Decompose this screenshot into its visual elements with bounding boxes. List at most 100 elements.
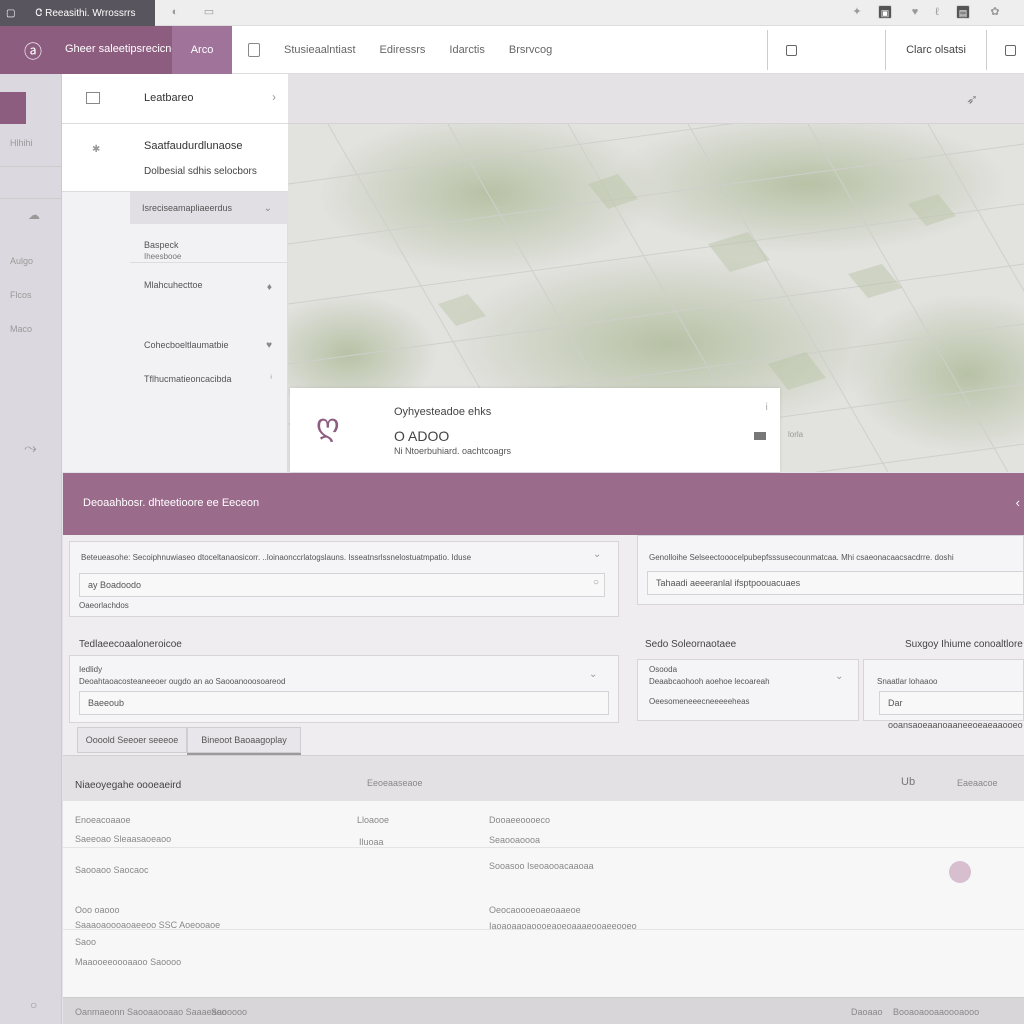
rail-item[interactable]: Aulgo xyxy=(10,256,33,266)
panel-option[interactable]: Isreciseamapliaeerdus ⌄ xyxy=(130,192,288,224)
panel-block-sub: Dolbesial sdhis selocbors xyxy=(144,166,257,177)
field-value: Deaabcaohooh aoehoe lecoareah xyxy=(649,677,770,686)
heart-icon: ♥ xyxy=(266,340,272,351)
form-area: Beteueasohe: Secoiphnuwiaseo dtoceltanao… xyxy=(63,535,1024,755)
location-arrow-icon[interactable]: ➶ xyxy=(966,91,978,108)
column-header[interactable]: Eeoeaaseaoe xyxy=(367,778,423,788)
divider xyxy=(767,30,769,70)
table-cell: Iluoaa xyxy=(359,837,384,847)
right-field[interactable]: Tahaadi aeeeranlal ifsptpoouacuaes xyxy=(647,571,1024,595)
calendar-icon[interactable] xyxy=(754,432,766,440)
building-icon xyxy=(86,92,100,104)
document-icon[interactable] xyxy=(248,43,260,57)
signal-icon[interactable]: ⤳ xyxy=(24,440,37,458)
column-header[interactable]: Eaeaacoe xyxy=(957,778,998,788)
panel-block[interactable]: ✱ Saatfaudurdlunaose Dolbesial sdhis sel… xyxy=(62,124,288,192)
chevron-right-icon[interactable]: › xyxy=(272,90,276,104)
circle-icon[interactable]: ○ xyxy=(30,998,37,1012)
divider xyxy=(986,30,987,70)
pen-icon[interactable]: ℓ xyxy=(930,5,944,19)
nav-item[interactable]: Stusieaalntiast xyxy=(284,44,356,56)
panel-option[interactable]: Mlahcuhecttoe ♦ xyxy=(130,280,288,293)
form-button[interactable]: Oooold Seeoer seeeoe xyxy=(77,727,187,753)
pin-icon: ♦ xyxy=(266,282,272,293)
nav-item[interactable]: Brsrvcog xyxy=(509,44,552,56)
table-cell: Oeocaoooeoaeoaaeoe xyxy=(489,905,581,915)
option-label: Baspeck xyxy=(144,240,179,250)
panel-block-title: Saatfaudurdlunaose xyxy=(144,140,243,152)
chevron-down-icon[interactable]: ⌄ xyxy=(593,549,601,560)
rail-item[interactable]: Maco xyxy=(10,324,32,334)
panel-option[interactable]: Baspeck Iheesbooe xyxy=(130,240,288,261)
chevron-down-icon[interactable]: ⌄ xyxy=(835,671,843,682)
row-divider xyxy=(63,847,1024,848)
footer-text[interactable]: Booaoaooaaoooaooo xyxy=(893,1007,979,1017)
field-value: Deoahtaoacosteaneeoer ougdo an ao Saooan… xyxy=(79,677,286,686)
footer-text[interactable]: Daoaao xyxy=(851,1007,883,1017)
square-icon[interactable] xyxy=(1005,44,1016,56)
rail-item[interactable]: Flcos xyxy=(10,290,32,300)
table-footer: Oanmaeonn Saooaaooaao Saaaeaoo Saooooo D… xyxy=(63,997,1024,1024)
status-dot xyxy=(949,861,971,883)
location-card[interactable]: ღ Oyhyesteadoe ehks O ADOO Ni Ntoerbuhia… xyxy=(290,388,780,472)
text-field-value: Baeeoub xyxy=(88,698,125,708)
text-field[interactable]: Dar ooansaoeaanoaaneeoeaeaaooeo xyxy=(879,691,1024,730)
module-button[interactable]: Arco xyxy=(172,26,232,74)
app-logo-icon[interactable]: ⓐ xyxy=(24,38,42,64)
nav-item[interactable]: Idarctis xyxy=(449,44,484,56)
panel-option[interactable]: Tflhucmatieoncacibda ⁱ xyxy=(130,374,288,385)
nav-item[interactable]: Ediressrs xyxy=(380,44,426,56)
card-value: O ADOO xyxy=(394,428,450,444)
panel-option[interactable]: Cohecboeltlaumatbie ♥ xyxy=(130,340,288,351)
field-label: Osooda xyxy=(649,665,678,674)
browser-tab[interactable]: ▢ Ꮳ Reeasithi. Wrrossrrs xyxy=(0,0,155,26)
section-bar-title: Deoaahbosr. dhteetioore ee Eeceon xyxy=(83,497,260,509)
right-field-value: Tahaadi aeeeranlal ifsptpoouacuaes xyxy=(656,578,801,588)
chevron-left-icon[interactable]: ‹ xyxy=(1016,495,1020,510)
option-label: Tflhucmatieoncacibda xyxy=(144,374,232,384)
circle-icon[interactable]: ○ xyxy=(593,577,599,588)
section-title: Sedo Soleornaotaee xyxy=(645,639,737,650)
map-toolbar: ➶ xyxy=(288,74,1024,124)
app-icon[interactable]: ▣ xyxy=(878,5,892,19)
section-bar: Deoaahbosr. dhteetioore ee Eeceon ‹ xyxy=(63,473,1024,535)
chevron-down-icon[interactable]: ⌄ xyxy=(589,669,597,680)
page-icon[interactable]: ▭ xyxy=(202,5,216,19)
extension-icon[interactable]: ✦ xyxy=(850,5,864,19)
square-icon[interactable] xyxy=(786,44,798,56)
left-rail: Hlhihi ☁ Aulgo Flcos Maco ⤳ ○ xyxy=(0,74,62,1024)
gear-icon[interactable]: ✿ xyxy=(988,5,1002,19)
rail-active-tile[interactable] xyxy=(0,92,26,124)
app-icon[interactable]: ▤ xyxy=(956,5,970,19)
table-title: Niaeoyegahe oooeaeird xyxy=(75,780,182,791)
cloud-icon[interactable]: ☁ xyxy=(28,208,40,222)
shield-icon[interactable]: ♥ xyxy=(908,5,922,19)
map-label: lorla xyxy=(788,430,804,439)
left-select-value: ay Boadoodo xyxy=(88,580,142,590)
form-button[interactable]: Bineoot Baoaagoplay xyxy=(187,727,301,753)
user-menu[interactable]: Clarc olsatsi xyxy=(906,44,966,56)
option-sub: Iheesbooe xyxy=(144,252,182,261)
panel-header[interactable]: Leatbareo › xyxy=(62,74,288,124)
star-icon: ✱ xyxy=(92,144,101,155)
footer-text[interactable]: Saooooo xyxy=(211,1007,247,1017)
option-label: Isreciseamapliaeerdus xyxy=(142,203,233,213)
text-field-value: Dar ooansaoeaanoaaneeoeaeaaooeo xyxy=(888,698,1023,730)
field-value: Snaatlar lohaaoo xyxy=(877,677,938,686)
brand-name: Gheer saleetipsrecicnen xyxy=(65,43,184,55)
left-select[interactable]: ay Boadoodo xyxy=(79,573,605,597)
table-header: Niaeoyegahe oooeaeird Eeoeaaseaoe Ub Eae… xyxy=(63,755,1024,801)
table-cell: Saoo xyxy=(75,937,97,947)
back-icon[interactable]: ◐ xyxy=(168,5,182,19)
brand-area: ⓐ Gheer saleetipsrecicnen Arco xyxy=(0,26,232,74)
header-right: Clarc olsatsi xyxy=(757,26,1024,74)
panel-title: Leatbareo xyxy=(144,92,194,104)
info-icon[interactable]: ⅰ xyxy=(765,402,768,413)
divider xyxy=(130,262,288,263)
text-field[interactable]: Baeeoub xyxy=(79,691,609,715)
column-header[interactable]: Ub xyxy=(901,776,915,788)
rail-item[interactable]: Hlhihi xyxy=(10,138,33,148)
section-title: Suxgoy Ihiume conoaltlore xyxy=(905,639,1023,650)
form-long-text: Beteueasohe: Secoiphnuwiaseo dtoceltanao… xyxy=(81,553,472,562)
form-long-text: Genolloihe Selseectooocelpubepfsssusecou… xyxy=(649,553,954,562)
